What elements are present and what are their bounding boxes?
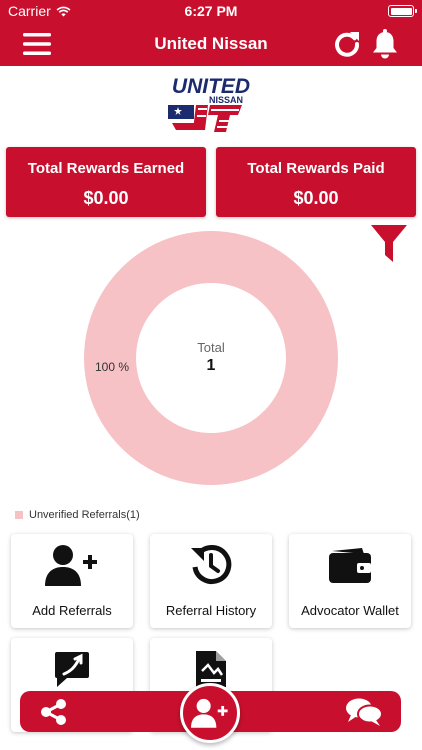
- donut-center-value: 1: [206, 357, 216, 374]
- bell-icon: [373, 29, 397, 59]
- rewards-paid-value: $0.00: [293, 188, 339, 208]
- nav-bar: United Nissan: [0, 22, 422, 66]
- donut-center-label: Total: [197, 340, 225, 355]
- share-icon: [41, 699, 66, 725]
- wallet-icon: [329, 548, 371, 583]
- logo-bottom-text: NISSAN: [209, 95, 243, 105]
- chat-square-icon: [55, 652, 89, 687]
- add-referrals-label: Add Referrals: [32, 603, 112, 618]
- history-icon: [191, 545, 232, 585]
- advocator-wallet-label: Advocator Wallet: [301, 603, 399, 618]
- refresh-button[interactable]: [330, 28, 364, 60]
- battery-icon: [388, 5, 417, 17]
- user-plus-icon: [191, 698, 228, 728]
- filter-icon: [371, 225, 407, 262]
- status-time: 6:27 PM: [184, 3, 238, 19]
- slice-percent-label: 100 %: [95, 360, 130, 374]
- total-rewards-earned-card: Total Rewards Earned $0.00: [6, 147, 206, 217]
- chat-button[interactable]: [344, 696, 384, 728]
- refresh-icon: [335, 32, 360, 57]
- legend-swatch: [15, 511, 23, 519]
- united-nissan-logo: UNITED NISSAN: [164, 74, 258, 136]
- rewards-paid-label: Total Rewards Paid: [247, 160, 385, 177]
- share-button[interactable]: [36, 696, 72, 728]
- advocator-wallet-tile[interactable]: Advocator Wallet: [289, 534, 411, 628]
- referral-history-tile[interactable]: Referral History: [150, 534, 272, 628]
- chat-bubbles-icon: [346, 698, 383, 726]
- rewards-earned-value: $0.00: [83, 188, 129, 208]
- rewards-earned-label: Total Rewards Earned: [27, 160, 185, 177]
- status-bar: Carrier 6:27 PM: [0, 0, 422, 22]
- add-referrals-tile[interactable]: Add Referrals: [11, 534, 133, 628]
- logo-graphic: UNITED NISSAN: [168, 75, 250, 132]
- referral-history-label: Referral History: [165, 603, 257, 618]
- filter-button[interactable]: [370, 224, 408, 264]
- notifications-button[interactable]: [368, 28, 402, 60]
- total-rewards-paid-card: Total Rewards Paid $0.00: [216, 147, 416, 217]
- user-plus-icon: [45, 545, 97, 586]
- add-referral-fab[interactable]: [180, 683, 240, 743]
- legend-item-label: Unverified Referrals(1): [29, 509, 140, 521]
- chart-legend: Unverified Referrals(1): [15, 509, 140, 521]
